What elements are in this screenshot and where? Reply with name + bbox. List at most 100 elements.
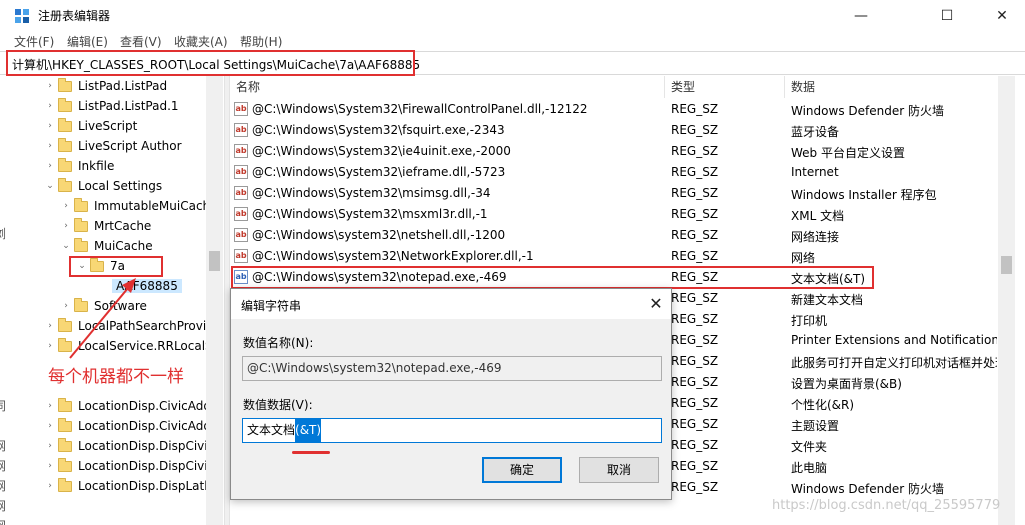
- folder-icon: [58, 417, 72, 432]
- value-type: REG_SZ: [671, 102, 719, 116]
- edge-char: 同: [0, 399, 7, 413]
- window-title: 注册表编辑器: [38, 9, 111, 23]
- chevron-right-icon[interactable]: ›: [44, 421, 56, 431]
- value-type: REG_SZ: [671, 144, 719, 158]
- tree-item[interactable]: › Inkfile: [44, 156, 114, 176]
- tree-7a-highlight-box: [69, 256, 163, 277]
- menu-edit[interactable]: 编辑(E): [67, 33, 108, 50]
- menu-help[interactable]: 帮助(H): [240, 33, 282, 50]
- table-row[interactable]: ab @C:\Windows\system32\netshell.dll,-120…: [230, 225, 995, 246]
- maximize-button[interactable]: ☐: [924, 0, 970, 31]
- tree-item[interactable]: › LiveScript: [44, 116, 137, 136]
- tree-item[interactable]: › ListPad.ListPad.1: [44, 96, 179, 116]
- list-scrollbar-thumb[interactable]: [1001, 256, 1012, 274]
- chevron-right-icon[interactable]: ›: [44, 81, 56, 91]
- table-row[interactable]: ab @C:\Windows\System32\msxml3r.dll,-1 REG…: [230, 204, 995, 225]
- ok-button[interactable]: 确定: [482, 457, 562, 483]
- list-scrollbar[interactable]: [998, 76, 1015, 525]
- table-row[interactable]: ab @C:\Windows\System32\fsquirt.exe,-2343…: [230, 120, 995, 141]
- annotation-text: 每个机器都不一样: [48, 367, 184, 387]
- value-data-label: 数值数据(V):: [243, 398, 313, 412]
- value-type: REG_SZ: [671, 354, 719, 368]
- edge-char: 网: [0, 459, 7, 473]
- tree-item[interactable]: › ImmutableMuiCach: [60, 196, 210, 216]
- value-data: Internet: [791, 165, 839, 179]
- menu-favorites[interactable]: 收藏夹(A): [174, 33, 228, 50]
- minimize-icon: —: [854, 7, 868, 24]
- minimize-button[interactable]: —: [838, 0, 884, 31]
- ab-string-icon: ab: [234, 186, 248, 200]
- dialog-title-bar: 编辑字符串 ✕: [231, 289, 671, 319]
- tree-scrollbar-thumb[interactable]: [209, 251, 220, 271]
- tree-item[interactable]: › LiveScript Author: [44, 136, 182, 156]
- tree-item[interactable]: › ListPad.ListPad: [44, 76, 167, 96]
- chevron-down-icon[interactable]: ⌄: [44, 181, 56, 191]
- table-row[interactable]: ab @C:\Windows\System32\ie4uinit.exe,-200…: [230, 141, 995, 162]
- value-type: REG_SZ: [671, 459, 719, 473]
- chevron-right-icon[interactable]: ›: [44, 141, 56, 151]
- tree-item[interactable]: › LocationDisp.DispCivi: [44, 456, 208, 476]
- chevron-right-icon[interactable]: ›: [44, 401, 56, 411]
- menu-file[interactable]: 文件(F): [14, 33, 54, 50]
- menu-view[interactable]: 查看(V): [120, 33, 162, 50]
- tree-item-label: Local Settings: [78, 179, 163, 193]
- dialog-close-icon[interactable]: ✕: [644, 293, 668, 315]
- tree-item-label: LocationDisp.DispLatl: [78, 479, 208, 493]
- tree-item[interactable]: › LocationDisp.DispCivi: [44, 436, 208, 456]
- close-button[interactable]: ✕: [979, 0, 1025, 31]
- value-type: REG_SZ: [671, 228, 719, 242]
- value-data: 此电脑: [791, 461, 828, 475]
- tree-item[interactable]: › LocationDisp.DispLatl: [44, 476, 208, 496]
- table-row[interactable]: ab @C:\Windows\System32\FirewallControlPa…: [230, 99, 995, 120]
- value-data: 网络连接: [791, 230, 840, 244]
- tree-item-label: Inkfile: [78, 159, 115, 173]
- folder-icon: [58, 97, 72, 112]
- cancel-button[interactable]: 取消: [579, 457, 659, 483]
- chevron-down-icon[interactable]: ⌄: [60, 241, 72, 251]
- tree-pane[interactable]: › ListPad.ListPad › ListPad.ListPad.1 › Liv…: [0, 76, 224, 525]
- ab-string-icon: ab: [234, 102, 248, 116]
- chevron-right-icon[interactable]: ›: [44, 161, 56, 171]
- tree-item[interactable]: › MrtCache: [60, 216, 151, 236]
- chevron-right-icon[interactable]: ›: [44, 101, 56, 111]
- tree-item-label: LocationDisp.CivicAdd: [78, 419, 211, 433]
- column-header-type[interactable]: 类型: [665, 76, 785, 98]
- value-data: 设置为桌面背景(&B): [791, 377, 902, 391]
- tree-item-aaf68885[interactable]: AAF68885: [100, 276, 182, 296]
- ab-string-icon: ab: [234, 228, 248, 242]
- value-type: REG_SZ: [671, 207, 719, 221]
- tree-item[interactable]: › Software: [60, 296, 147, 316]
- tree-item[interactable]: › LocalService.RRLocalS: [44, 336, 213, 356]
- chevron-right-icon[interactable]: ›: [60, 201, 72, 211]
- table-row[interactable]: ab @C:\Windows\system32\NetworkExplorer.d…: [230, 246, 995, 267]
- row-highlight-box: [231, 266, 874, 289]
- value-type: REG_SZ: [671, 249, 719, 263]
- tree-item[interactable]: › LocationDisp.CivicAdd: [44, 416, 211, 436]
- tree-item[interactable]: › LocalPathSearchProvi: [44, 316, 206, 336]
- chevron-right-icon[interactable]: ›: [60, 301, 72, 311]
- chevron-right-icon[interactable]: ›: [44, 441, 56, 451]
- folder-icon: [58, 77, 72, 92]
- chevron-right-icon[interactable]: ›: [44, 341, 56, 351]
- table-row[interactable]: ab @C:\Windows\System32\ieframe.dll,-5723…: [230, 162, 995, 183]
- value-type: REG_SZ: [671, 480, 719, 494]
- column-header-name[interactable]: 名称: [230, 76, 665, 98]
- tree-scrollbar[interactable]: [206, 76, 223, 525]
- ab-string-icon: ab: [234, 249, 248, 263]
- chevron-right-icon[interactable]: ›: [44, 461, 56, 471]
- column-header-data[interactable]: 数据: [785, 76, 1000, 98]
- chevron-right-icon[interactable]: ›: [60, 221, 72, 231]
- chevron-right-icon[interactable]: ›: [44, 121, 56, 131]
- tree-item[interactable]: › LocationDisp.CivicAdd: [44, 396, 211, 416]
- table-row[interactable]: ab @C:\Windows\System32\msimsg.dll,-34 REG…: [230, 183, 995, 204]
- folder-icon: [58, 317, 72, 332]
- value-name: @C:\Windows\System32\ie4uinit.exe,-2000: [252, 144, 511, 158]
- tree-item-muicache[interactable]: ⌄ MuiCache: [60, 236, 153, 256]
- value-name-field[interactable]: @C:\Windows\system32\notepad.exe,-469: [242, 356, 662, 381]
- value-type: REG_SZ: [671, 417, 719, 431]
- value-data: 网络: [791, 251, 816, 265]
- chevron-right-icon[interactable]: ›: [44, 481, 56, 491]
- value-data-field[interactable]: 文本文档 (&T): [242, 418, 662, 443]
- chevron-right-icon[interactable]: ›: [44, 321, 56, 331]
- tree-item-local-settings[interactable]: ⌄ Local Settings: [44, 176, 162, 196]
